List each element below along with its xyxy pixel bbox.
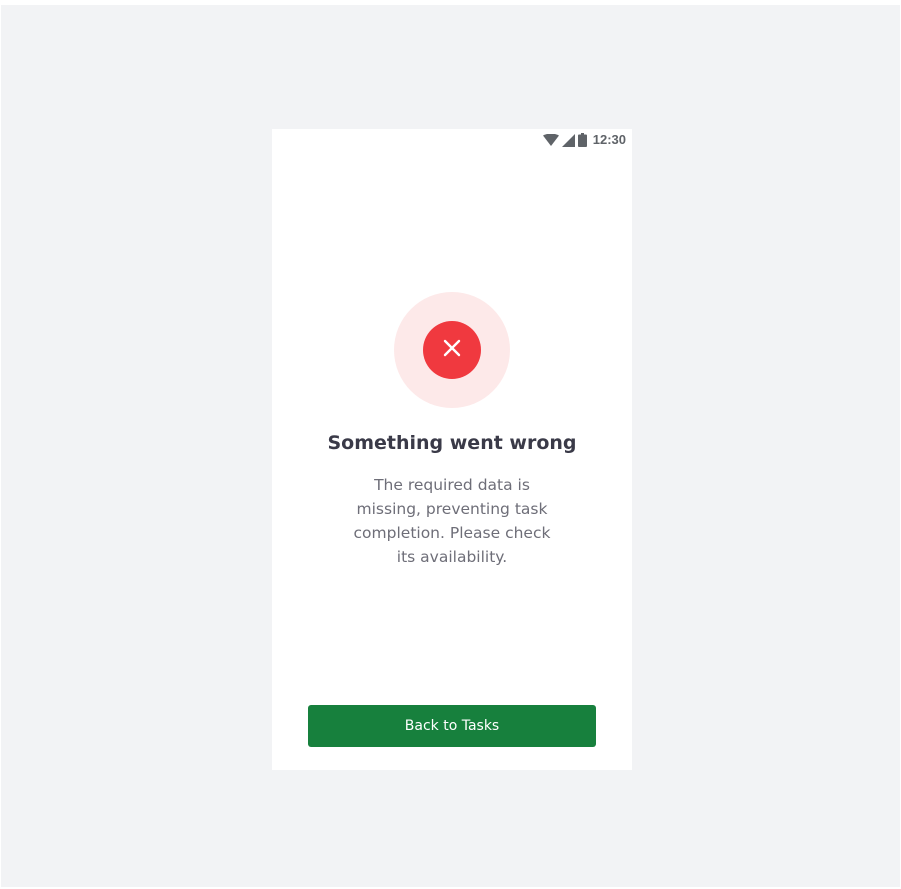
close-x-icon: [443, 339, 461, 361]
status-time: 12:30: [592, 132, 626, 147]
error-message: The required data is missing, preventing…: [353, 476, 551, 566]
back-to-tasks-button[interactable]: Back to Tasks: [308, 705, 596, 747]
status-icons: 12:30: [542, 132, 626, 147]
wifi-icon: [542, 134, 559, 146]
cellular-signal-icon: [561, 133, 575, 147]
error-icon-circle: [423, 321, 481, 379]
back-to-tasks-label: Back to Tasks: [404, 718, 500, 734]
error-icon-halo: [394, 292, 510, 408]
battery-icon: [577, 133, 587, 147]
phone-screen: 12:30 Something went wrong The required …: [272, 129, 632, 770]
status-bar: 12:30: [272, 129, 632, 151]
error-title: Something went wrong: [327, 432, 577, 454]
page-background: 12:30 Something went wrong The required …: [1, 5, 900, 887]
